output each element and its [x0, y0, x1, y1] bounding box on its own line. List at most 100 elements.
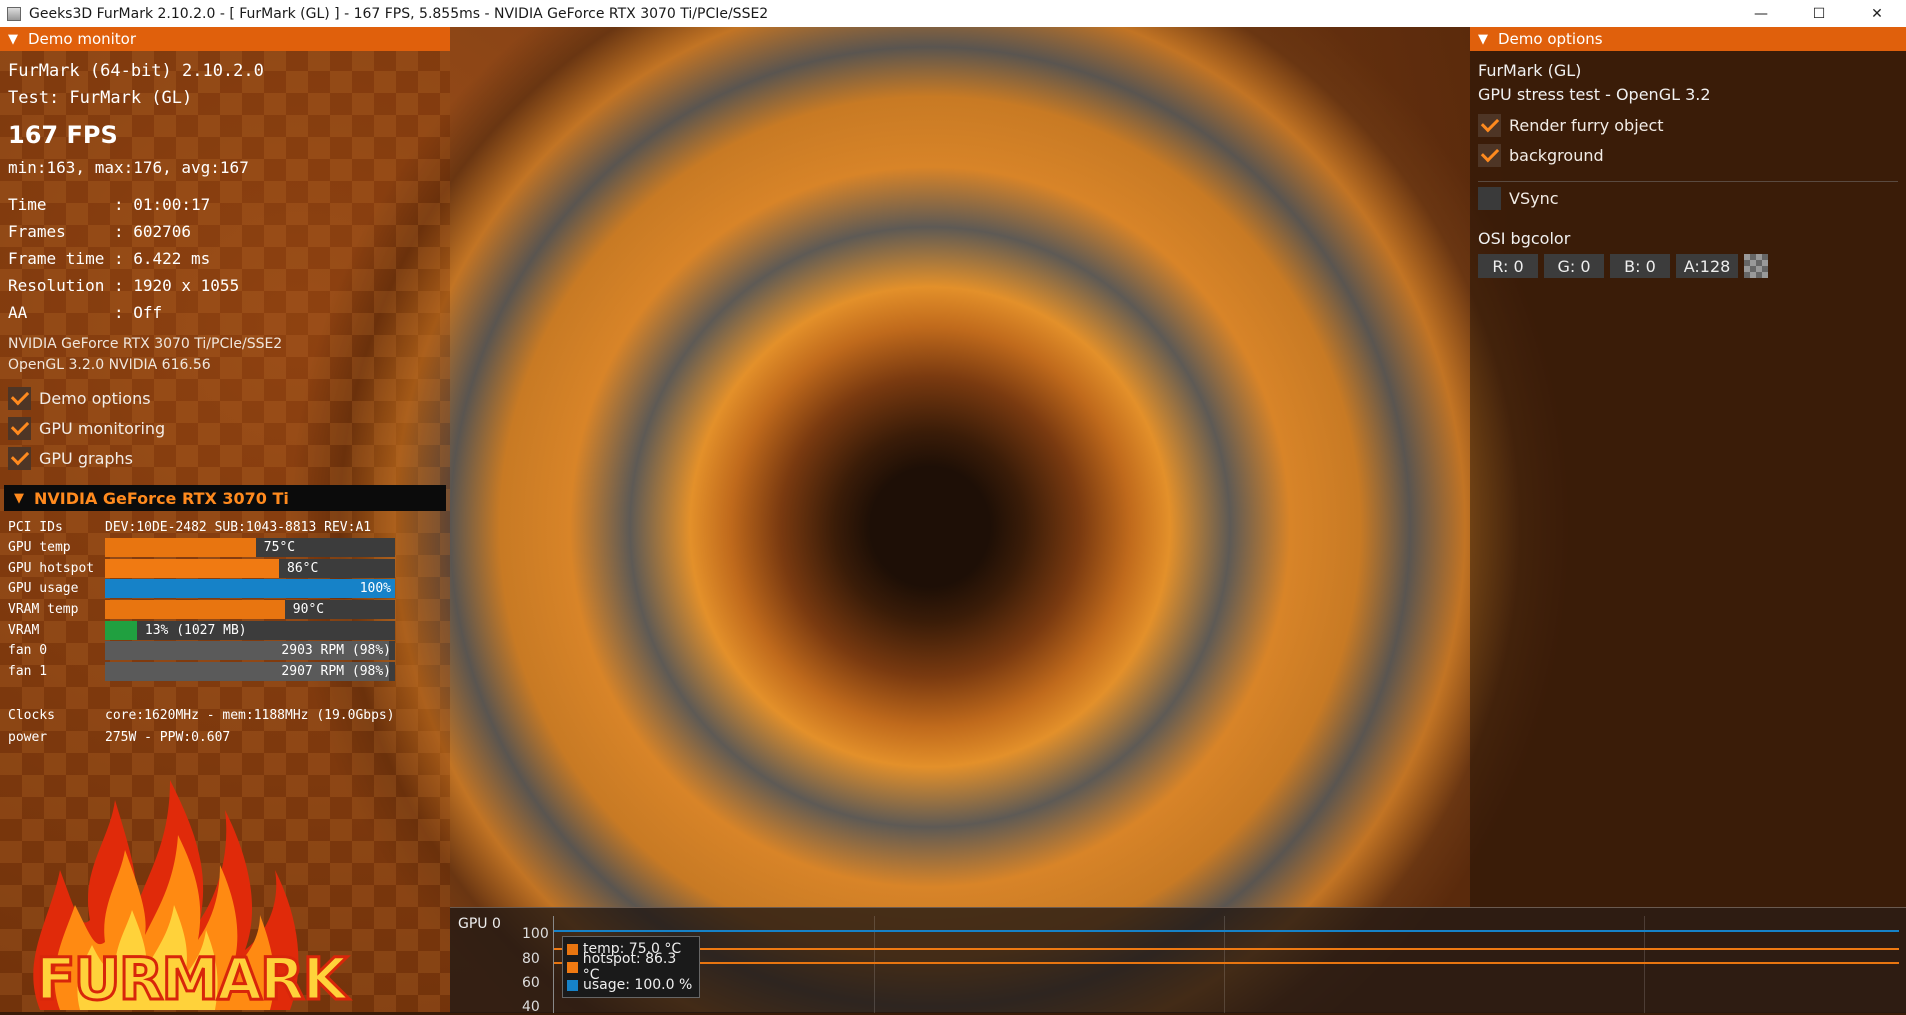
stat-value: 1920 x 1055 — [133, 276, 240, 295]
demo-options-panel: ▼ Demo options FurMark (GL) GPU stress t… — [1470, 27, 1906, 907]
checkbox-label: GPU graphs — [39, 449, 134, 468]
metric-value: 90°C — [292, 601, 325, 617]
close-button[interactable]: ✕ — [1848, 0, 1906, 27]
metric-bar: 75°C — [105, 537, 395, 557]
stat-label: Frames : — [8, 222, 134, 241]
legend-swatch — [567, 961, 578, 973]
background-toggle[interactable]: background — [1478, 144, 1604, 167]
metric-bar-fill — [105, 599, 285, 619]
metric-value: 100% — [359, 580, 391, 596]
render-furry-toggle[interactable]: Render furry object — [1478, 114, 1664, 137]
gpu-monitor-header[interactable]: ▼ NVIDIA GeForce RTX 3070 Ti — [4, 485, 446, 511]
usage-line — [554, 930, 1899, 932]
checkbox-checked-icon[interactable] — [8, 447, 31, 470]
metric-label: fan 1 — [8, 663, 48, 679]
osi-green-input[interactable]: G: 0 — [1544, 254, 1604, 278]
furmark-logo-text: FURMARK — [35, 944, 350, 1015]
legend-swatch — [567, 943, 578, 955]
metric-row: GPU temp 75°C — [8, 537, 395, 557]
checkbox-label: Render furry object — [1509, 116, 1664, 135]
checkbox-label: Demo options — [39, 389, 151, 408]
y-tick-label: 40 — [522, 999, 540, 1015]
stat-row: Frame time : 6.422 ms — [8, 249, 210, 268]
demo-monitor-title: Demo monitor — [28, 30, 137, 48]
fps-readout: 167 FPS — [8, 121, 118, 149]
metric-bar-fill — [105, 537, 256, 557]
minimize-button[interactable]: — — [1732, 0, 1790, 27]
stat-value: Off — [133, 303, 163, 322]
maximize-button[interactable]: ☐ — [1790, 0, 1848, 27]
collapse-triangle-icon[interactable]: ▼ — [1478, 32, 1488, 47]
y-tick-label: 80 — [522, 951, 540, 967]
stat-label: AA : — [8, 303, 134, 322]
metric-row: VRAM temp 90°C — [8, 599, 395, 619]
metric-value: 2903 RPM (98%) — [281, 642, 391, 658]
demo-description: GPU stress test - OpenGL 3.2 — [1478, 85, 1711, 104]
gpu-monitoring-toggle[interactable]: GPU monitoring — [8, 417, 165, 440]
stat-value: 01:00:17 — [133, 195, 211, 214]
metric-label: GPU hotspot — [8, 560, 95, 576]
osi-red-input[interactable]: R: 0 — [1478, 254, 1538, 278]
checkbox-unchecked-icon[interactable] — [1478, 187, 1501, 210]
metric-row: VRAM 13% (1027 MB) — [8, 620, 395, 640]
checkbox-label: GPU monitoring — [39, 419, 166, 438]
gpu-graph-panel: GPU 0 100 80 60 40 temp: 75.0 °C hotspot… — [450, 907, 1906, 1015]
graph-legend: temp: 75.0 °C hotspot: 86.3 °C usage: 10… — [562, 936, 700, 998]
demo-options-toggle[interactable]: Demo options — [8, 387, 151, 410]
color-swatch-icon[interactable] — [1744, 254, 1768, 278]
app-version: FurMark (64-bit) 2.10.2.0 — [8, 61, 264, 81]
graph-title: GPU 0 — [458, 916, 501, 932]
checkbox-label: background — [1509, 146, 1604, 165]
legend-item-usage: usage: 100.0 % — [567, 976, 695, 994]
legend-label: usage: 100.0 % — [583, 977, 693, 993]
demo-options-header[interactable]: ▼ Demo options — [1470, 27, 1906, 51]
demo-name: FurMark (GL) — [1478, 61, 1582, 80]
checkbox-label: VSync — [1509, 189, 1559, 208]
metric-value: 2907 RPM (98%) — [281, 663, 391, 679]
y-tick-label: 100 — [522, 926, 549, 942]
y-tick-label: 60 — [522, 975, 540, 991]
metric-bar: 86°C — [105, 558, 395, 578]
window-titlebar: Geeks3D FurMark 2.10.2.0 - [ FurMark (GL… — [0, 0, 1906, 27]
metric-row: fan 0 2903 RPM (98%) — [8, 640, 395, 660]
pci-ids-row: PCI IDs DEV:10DE-2482 SUB:1043-8813 REV:… — [8, 517, 371, 537]
stat-row: AA : Off — [8, 303, 162, 322]
metric-bar: 2907 RPM (98%) — [105, 661, 395, 681]
app-icon — [7, 6, 21, 21]
checkbox-checked-icon[interactable] — [1478, 114, 1501, 137]
metric-row: GPU usage 100% — [8, 578, 395, 598]
metric-row: fan 1 2907 RPM (98%) — [8, 661, 395, 681]
metric-row: GPU hotspot 86°C — [8, 558, 395, 578]
osi-bgcolor-label: OSI bgcolor — [1478, 229, 1571, 248]
metric-label: fan 0 — [8, 642, 48, 658]
checkbox-checked-icon[interactable] — [1478, 144, 1501, 167]
collapse-triangle-icon[interactable]: ▼ — [8, 32, 18, 47]
renderer-info: NVIDIA GeForce RTX 3070 Ti/PCIe/SSE2 — [8, 336, 283, 352]
vsync-toggle[interactable]: VSync — [1478, 187, 1559, 210]
gpu-graphs-toggle[interactable]: GPU graphs — [8, 447, 133, 470]
checkbox-checked-icon[interactable] — [8, 387, 31, 410]
metric-bar-fill — [105, 578, 395, 598]
test-name: Test: FurMark (GL) — [8, 88, 193, 108]
metric-bar-fill — [105, 620, 137, 640]
metric-label: GPU usage — [8, 580, 79, 596]
metric-value: 13% (1027 MB) — [144, 622, 247, 638]
collapse-triangle-icon[interactable]: ▼ — [14, 491, 24, 506]
checkbox-checked-icon[interactable] — [8, 417, 31, 440]
metric-label: VRAM — [8, 622, 40, 638]
metric-label: VRAM temp — [8, 601, 79, 617]
hotspot-line — [554, 948, 1899, 950]
metric-bar: 13% (1027 MB) — [105, 620, 395, 640]
fps-stats: min:163, max:176, avg:167 — [8, 158, 249, 177]
stat-row: Time : 01:00:17 — [8, 195, 210, 214]
stat-row: Resolution : 1920 x 1055 — [8, 276, 239, 295]
metric-bar: 100% — [105, 578, 395, 598]
legend-item-hotspot: hotspot: 86.3 °C — [567, 951, 695, 983]
temp-line — [554, 962, 1899, 964]
osi-alpha-input[interactable]: A:128 — [1676, 254, 1738, 278]
demo-monitor-header[interactable]: ▼ Demo monitor — [0, 27, 450, 51]
stat-label: Frame time : — [8, 249, 134, 268]
metric-bar: 2903 RPM (98%) — [105, 640, 395, 660]
osi-blue-input[interactable]: B: 0 — [1610, 254, 1670, 278]
opengl-info: OpenGL 3.2.0 NVIDIA 616.56 — [8, 357, 211, 373]
